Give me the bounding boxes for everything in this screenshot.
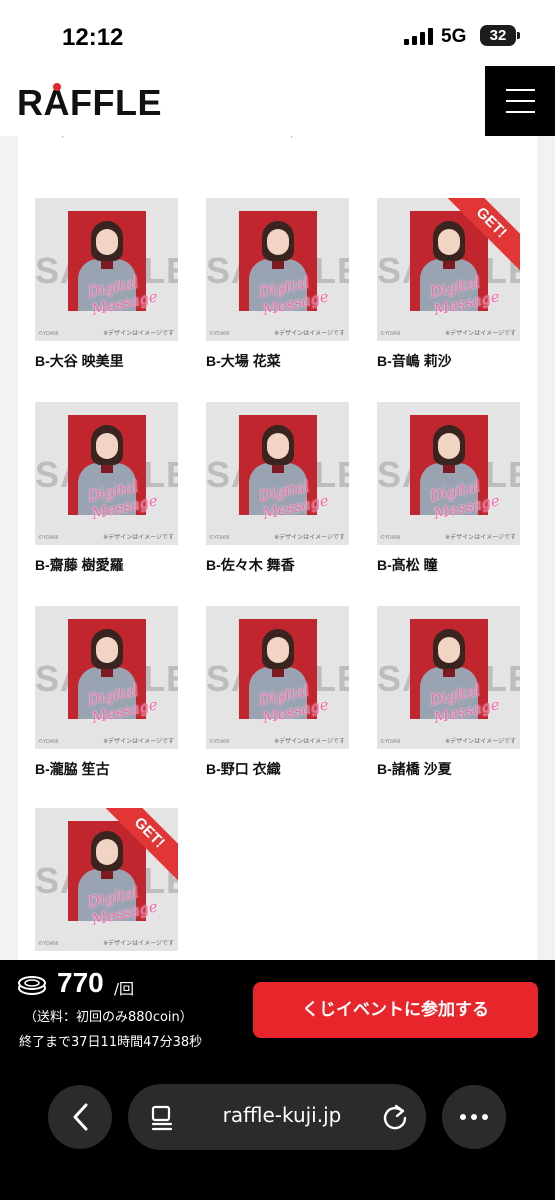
design-note: ※デザインはイメージです [274,738,345,745]
url-text[interactable]: raffle-kuji.jp [207,1103,357,1127]
list-item[interactable]: SAMPLEDigital Message©YDANI※デザインはイメージですG… [35,808,178,961]
list-item[interactable]: SAMPLEDigital Message©YDANI※デザインはイメージですB… [35,606,178,779]
digital-message-thumbnail[interactable]: SAMPLEDigital Message©YDANI※デザインはイメージです [206,198,349,341]
status-time: 12:12 [62,24,124,51]
status-bar: 12:12 5G 32 [0,0,555,66]
member-name: B-大谷 映美里 [35,353,124,369]
design-note: ※デザインはイメージです [103,534,174,541]
back-button[interactable] [48,1085,112,1149]
design-note: ※デザインはイメージです [274,330,345,337]
member-name: B-瀧脇 笙古 [35,761,110,777]
chevron-left-icon [73,1103,88,1131]
design-note: ※デザインはイメージです [103,738,174,745]
digital-message-thumbnail[interactable]: SAMPLEDigital Message©YDANI※デザインはイメージです [35,198,178,341]
member-name: B-佐々木 舞香 [206,557,295,573]
list-item[interactable]: SAMPLEDigital Message©YDANI※デザインはイメージですB… [377,606,520,779]
member-name: B-大場 花菜 [206,353,281,369]
more-dots-icon [460,1114,488,1120]
copyright-text: ©YDANI [380,739,401,745]
copyright-text: ©YDANI [380,535,401,541]
copyright-text: ©YDANI [38,535,59,541]
digital-message-thumbnail[interactable]: SAMPLEDigital Message©YDANI※デザインはイメージです [35,606,178,749]
copyright-text: ©YDANI [209,331,230,337]
member-name: B-齋藤 樹愛羅 [35,557,124,573]
logo-dot-icon [53,83,61,91]
site-header: RAFFLE [0,66,555,136]
design-note: ※デザインはイメージです [445,534,516,541]
more-button[interactable] [442,1085,506,1149]
reload-icon[interactable] [380,1102,410,1132]
copyright-text: ©YDANI [380,331,401,337]
design-note: ※デザインはイメージです [274,534,345,541]
list-item[interactable]: SAMPLEDigital Message©YDANI※デザインはイメージですB… [35,198,178,371]
copyright-text: ©YDANI [38,331,59,337]
copyright-text: ©YDANI [209,535,230,541]
list-item[interactable]: SAMPLEDigital Message©YDANI※デザインはイメージですB… [206,198,349,371]
raffle-logo[interactable]: RAFFLE [17,82,162,124]
item-grid-card: ' ' SAMPLEDigital Message©YDANI※デザインはイメー… [18,136,537,966]
member-name: B-音嶋 莉沙 [377,353,452,369]
network-label: 5G [441,26,467,47]
member-name: B-諸橋 沙夏 [377,761,452,777]
digital-message-thumbnail[interactable]: SAMPLEDigital Message©YDANI※デザインはイメージです [35,402,178,545]
design-note: ※デザインはイメージです [103,330,174,337]
list-item[interactable]: SAMPLEDigital Message©YDANI※デザインはイメージですB… [206,606,349,779]
copyright-text: ©YDANI [38,739,59,745]
shipping-fee-note: （送料：初回のみ880coin） [24,1010,193,1025]
cut-off-text-fragment: ' [61,136,65,146]
cut-off-text-fragment: ' [290,136,294,146]
logo-text: RAFFLE [17,82,162,123]
time-remaining: 終了まで37日11時間47分38秒 [19,1035,203,1050]
signal-icon [404,28,433,45]
price-value: 770 [57,967,104,998]
battery-icon: 32 [480,25,520,46]
list-item[interactable]: SAMPLEDigital Message©YDANI※デザインはイメージですB… [35,402,178,575]
reader-icon[interactable] [147,1103,177,1133]
list-item[interactable]: SAMPLEDigital Message©YDANI※デザインはイメージですB… [206,402,349,575]
list-item[interactable]: SAMPLEDigital Message©YDANI※デザインはイメージですB… [377,402,520,575]
design-note: ※デザインはイメージです [445,738,516,745]
app-screen: 12:12 5G 32 RAFFLE ' ' SAMPLEDigital Mes… [0,0,555,1200]
coin-icon [18,976,46,995]
digital-message-thumbnail[interactable]: SAMPLEDigital Message©YDANI※デザインはイメージです [206,606,349,749]
digital-message-thumbnail[interactable]: SAMPLEDigital Message©YDANI※デザインはイメージです [206,402,349,545]
hamburger-menu-button[interactable] [485,66,555,136]
copyright-text: ©YDANI [38,941,59,947]
copyright-text: ©YDANI [209,739,230,745]
design-note: ※デザインはイメージです [445,330,516,337]
digital-message-thumbnail[interactable]: SAMPLEDigital Message©YDANI※デザインはイメージですG… [377,198,520,341]
digital-message-thumbnail[interactable]: SAMPLEDigital Message©YDANI※デザインはイメージです [377,606,520,749]
member-name: B-野口 衣織 [206,761,281,777]
design-note: ※デザインはイメージです [103,940,174,947]
member-name: B-髙松 瞳 [377,557,438,573]
digital-message-thumbnail[interactable]: SAMPLEDigital Message©YDANI※デザインはイメージです [377,402,520,545]
list-item[interactable]: SAMPLEDigital Message©YDANI※デザインはイメージですG… [377,198,520,371]
price-unit: /回 [114,980,135,998]
join-kuji-event-button[interactable]: くじイベントに参加する [253,982,538,1038]
digital-message-thumbnail[interactable]: SAMPLEDigital Message©YDANI※デザインはイメージですG… [35,808,178,951]
